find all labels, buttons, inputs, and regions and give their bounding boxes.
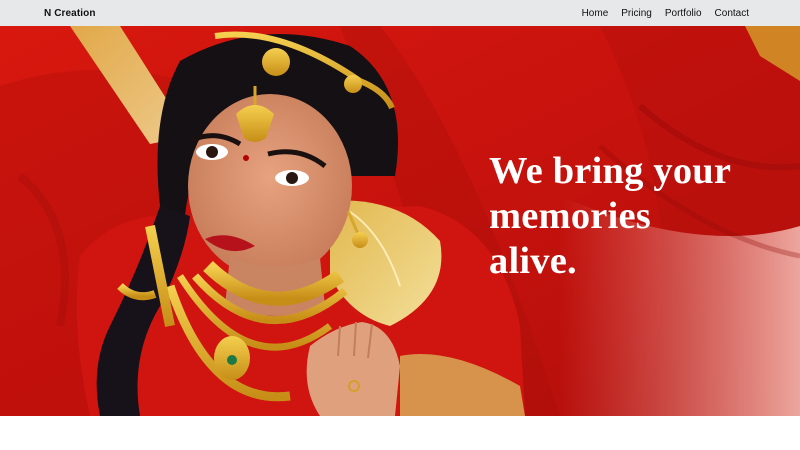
hero-headline-line-1: We bring your	[489, 150, 732, 192]
nav-link-portfolio[interactable]: Portfolio	[665, 8, 702, 19]
page-content-area	[0, 416, 800, 450]
nav-link-pricing[interactable]: Pricing	[621, 8, 652, 19]
navbar: N Creation Home Pricing Portfolio Contac…	[0, 0, 800, 26]
hero-section: We bring your memories alive.	[0, 26, 800, 416]
nav-links: Home Pricing Portfolio Contact	[582, 8, 749, 19]
nav-link-contact[interactable]: Contact	[715, 8, 749, 19]
hero-headline-line-2: memories	[489, 195, 651, 237]
hero-headline-line-3: alive.	[489, 240, 577, 282]
hero-headline: We bring your memories alive.	[489, 149, 789, 284]
nav-link-home[interactable]: Home	[582, 8, 609, 19]
brand-logo-link[interactable]: N Creation	[44, 8, 96, 19]
